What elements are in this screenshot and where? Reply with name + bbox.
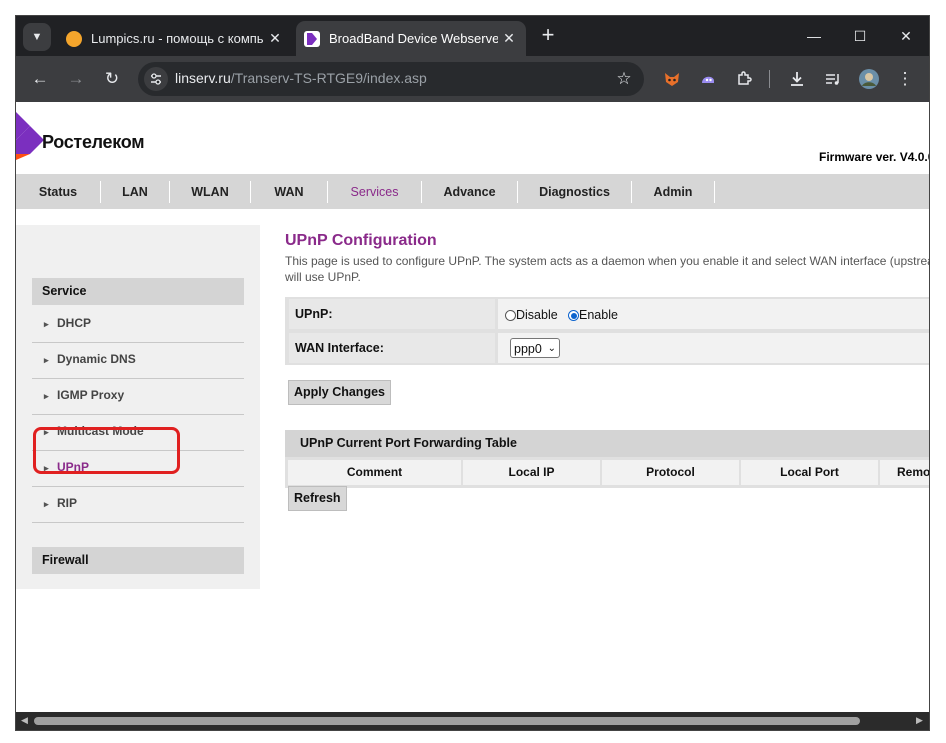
page-title: UPnP Configuration: [285, 232, 437, 249]
bullet-icon: ▸: [44, 355, 49, 365]
menu-kebab-icon[interactable]: ⋮: [891, 65, 919, 93]
wan-interface-selected: ppp0: [514, 342, 542, 356]
radio-disable[interactable]: [505, 310, 516, 321]
nav-wlan[interactable]: WLAN: [170, 174, 250, 209]
column-header-comment: Comment: [288, 460, 461, 485]
minimize-button[interactable]: —: [791, 16, 837, 56]
toolbar: ← → ↻ linserv.ru/Transerv-TS-RTGE9/index…: [16, 56, 929, 102]
site-info-icon[interactable]: [144, 67, 168, 91]
extension-fox-icon[interactable]: [658, 65, 686, 93]
refresh-button[interactable]: Refresh: [288, 486, 347, 511]
enable-label: Enable: [579, 308, 618, 322]
firmware-version: Firmware ver. V4.0.0: [819, 150, 929, 164]
web-page: Ростелеком Firmware ver. V4.0.0 Status L…: [16, 102, 929, 712]
upnp-config-table: UPnP: Disable Enable WAN Interface: ppp0…: [285, 297, 929, 365]
nav-lan[interactable]: LAN: [101, 174, 169, 209]
bookmark-star-icon[interactable]: ☆: [610, 65, 638, 93]
highlight-box: [33, 427, 180, 474]
scroll-left-icon[interactable]: ◀: [21, 715, 28, 726]
sidebar-item-label: Dynamic DNS: [57, 352, 136, 366]
tab-broadband[interactable]: BroadBand Device Webserver ✕: [296, 21, 526, 56]
toolbar-divider: [769, 70, 770, 88]
media-control-icon[interactable]: [819, 65, 847, 93]
nav-wan[interactable]: WAN: [251, 174, 327, 209]
orange-circle-icon: [66, 30, 82, 47]
tab-title: BroadBand Device Webserver: [329, 31, 498, 46]
sidebar-heading-service: Service: [32, 278, 244, 305]
tab-search-button[interactable]: ▼: [23, 23, 51, 51]
sidebar-item-dynamic-dns[interactable]: ▸ Dynamic DNS: [32, 342, 244, 379]
bullet-icon: ▸: [44, 319, 49, 329]
reload-button[interactable]: ↻: [98, 65, 126, 93]
address-bar[interactable]: linserv.ru/Transerv-TS-RTGE9/index.asp ☆: [138, 62, 644, 96]
wan-interface-select[interactable]: ppp0 ⌄: [510, 338, 560, 358]
forward-button[interactable]: →: [62, 65, 90, 93]
tab-strip: ▼ Lumpics.ru - помощь с компь ✕ BroadBan…: [16, 16, 929, 56]
horizontal-scrollbar[interactable]: ◀ ▶: [16, 712, 929, 730]
url-text: linserv.ru/Transerv-TS-RTGE9/index.asp: [175, 70, 427, 86]
upnp-disable-option[interactable]: Disable: [505, 308, 558, 322]
apply-changes-button[interactable]: Apply Changes: [288, 380, 391, 405]
column-header-remote: Remote: [880, 460, 929, 485]
column-header-local-port: Local Port: [741, 460, 878, 485]
main-nav: Status LAN WLAN WAN Services Advance Dia…: [16, 174, 929, 209]
page-description-line1: This page is used to configure UPnP. The…: [285, 254, 929, 268]
url-host: linserv.ru: [175, 70, 231, 86]
rostelecom-logo-icon: [304, 30, 320, 47]
tab-title: Lumpics.ru - помощь с компь: [91, 31, 264, 46]
radio-enable[interactable]: [568, 310, 579, 321]
sidebar-item-label: RIP: [57, 496, 78, 510]
upnp-enable-option[interactable]: Enable: [568, 308, 618, 322]
wan-row: WAN Interface: ppp0 ⌄: [285, 331, 929, 365]
profile-avatar[interactable]: [855, 65, 883, 93]
sidebar-heading-firewall[interactable]: Firewall: [32, 547, 244, 574]
port-forwarding-header-row: Comment Local IP Protocol Local Port Rem…: [285, 457, 929, 488]
close-window-button[interactable]: ✕: [883, 16, 929, 56]
bullet-icon: ▸: [44, 391, 49, 401]
sidebar-item-dhcp[interactable]: ▸ DHCP: [32, 306, 244, 343]
brand-name: Ростелеком: [42, 132, 145, 152]
upnp-label: UPnP:: [289, 299, 495, 329]
chevron-down-icon: ⌄: [547, 343, 556, 354]
scrollbar-thumb[interactable]: [34, 717, 860, 725]
port-forwarding-title: UPnP Current Port Forwarding Table: [285, 430, 929, 457]
extensions-puzzle-icon[interactable]: [730, 65, 758, 93]
upnp-value: Disable Enable: [498, 299, 929, 329]
wan-interface-value: ppp0 ⌄: [498, 333, 929, 363]
port-forwarding-table: UPnP Current Port Forwarding Table Comme…: [285, 430, 929, 488]
upnp-row: UPnP: Disable Enable: [285, 297, 929, 331]
wan-interface-label: WAN Interface:: [289, 333, 495, 363]
nav-admin[interactable]: Admin: [632, 174, 714, 209]
scroll-right-icon[interactable]: ▶: [916, 715, 923, 726]
sidebar-item-igmp-proxy[interactable]: ▸ IGMP Proxy: [32, 378, 244, 415]
close-icon[interactable]: ✕: [264, 30, 286, 47]
sidebar-item-rip[interactable]: ▸ RIP: [32, 486, 244, 523]
tab-lumpics[interactable]: Lumpics.ru - помощь с компь ✕: [58, 21, 292, 56]
column-header-protocol: Protocol: [602, 460, 739, 485]
browser-window: ▼ Lumpics.ru - помощь с компь ✕ BroadBan…: [16, 16, 929, 730]
nav-advance[interactable]: Advance: [422, 174, 517, 209]
download-icon[interactable]: [783, 65, 811, 93]
chevron-down-icon: ▼: [31, 31, 43, 43]
page-description-line2: will use UPnP.: [285, 270, 361, 284]
back-button[interactable]: ←: [26, 65, 54, 93]
disable-label: Disable: [516, 308, 558, 322]
url-path: /Transerv-TS-RTGE9/index.asp: [230, 70, 427, 86]
maximize-button[interactable]: ☐: [837, 16, 883, 56]
main-content: UPnP Configuration This page is used to …: [285, 232, 929, 511]
column-header-local-ip: Local IP: [463, 460, 600, 485]
sidebar-item-label: DHCP: [57, 316, 92, 330]
sidebar-item-label: IGMP Proxy: [57, 388, 125, 402]
nav-divider: [714, 181, 715, 203]
close-icon[interactable]: ✕: [498, 30, 520, 47]
sidebar: Service ▸ DHCP ▸ Dynamic DNS ▸ IGMP Proxy ▸…: [16, 225, 260, 589]
new-tab-button[interactable]: +: [536, 24, 560, 48]
bullet-icon: ▸: [44, 499, 49, 509]
extension-ghost-icon[interactable]: [694, 65, 722, 93]
nav-status[interactable]: Status: [16, 174, 100, 209]
nav-diagnostics[interactable]: Diagnostics: [518, 174, 631, 209]
nav-services[interactable]: Services: [328, 174, 421, 209]
